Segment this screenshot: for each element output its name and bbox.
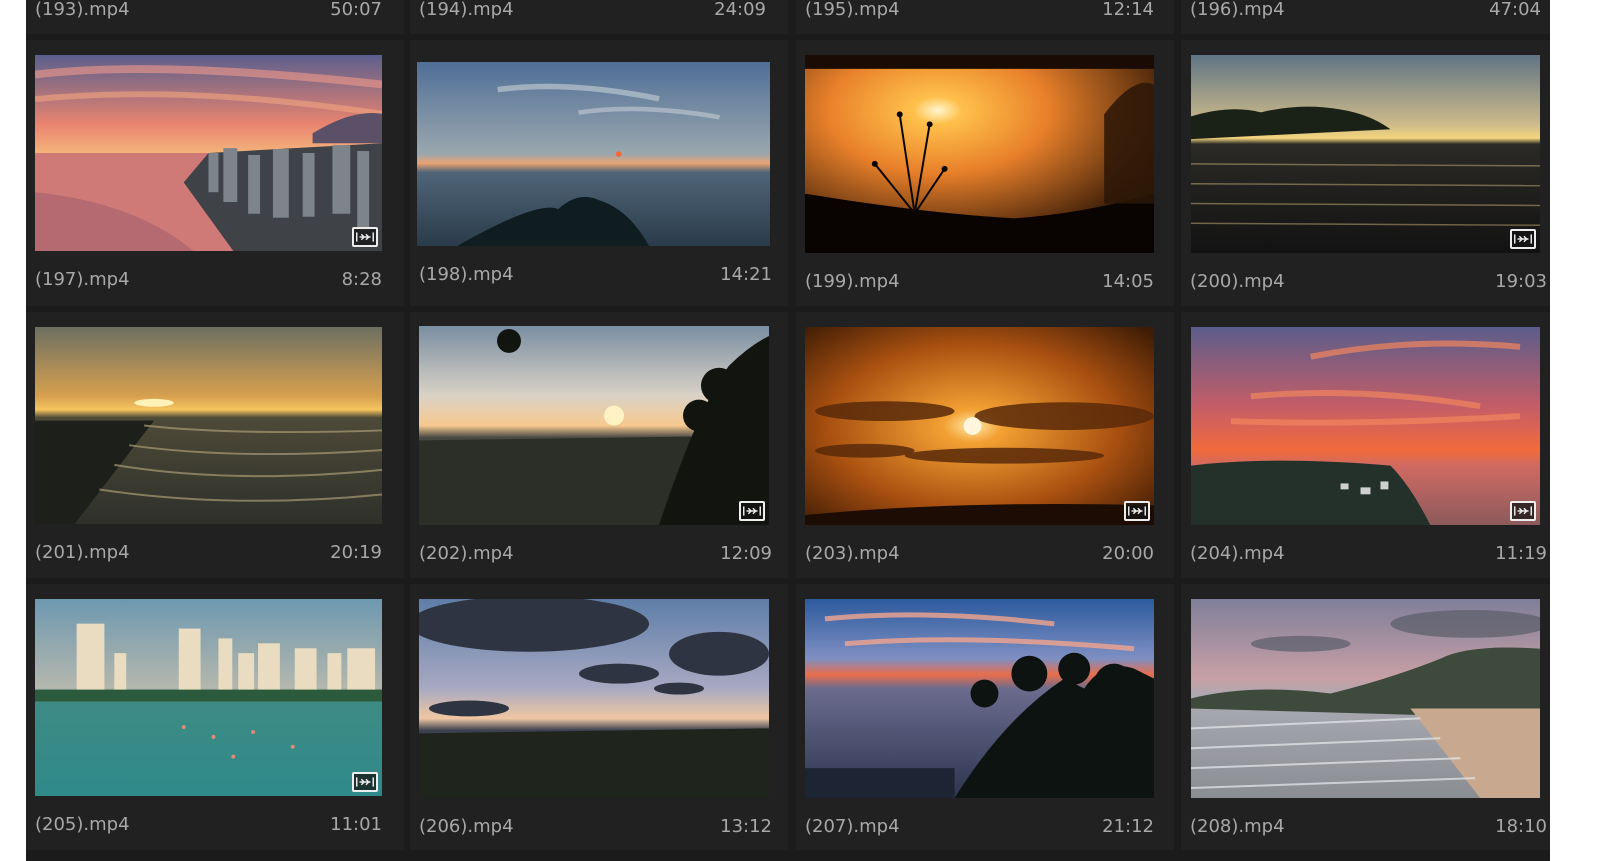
clip-name: (201).mp4 xyxy=(35,542,130,563)
clip-name: (199).mp4 xyxy=(805,271,900,292)
clip-duration: 12:09 xyxy=(720,543,772,564)
clip-thumbnail[interactable] xyxy=(419,326,769,525)
clip-duration: 11:01 xyxy=(330,814,382,835)
clip-duration: 18:10 xyxy=(1495,816,1547,837)
thumbnail-image xyxy=(805,55,1154,253)
clip-thumbnail[interactable] xyxy=(35,55,382,251)
thumbnail-image xyxy=(805,327,1154,525)
clip-cell[interactable]: (202).mp4 12:09 xyxy=(410,312,788,578)
clip-cell[interactable]: (207).mp4 21:12 xyxy=(796,584,1174,850)
clip-duration: 47:04 xyxy=(1489,0,1541,20)
thumbnail-image xyxy=(805,599,1154,798)
clip-duration: 8:28 xyxy=(341,269,382,290)
clip-cell[interactable]: (197).mp4 8:28 xyxy=(26,40,404,306)
clip-name: (193).mp4 xyxy=(35,0,130,20)
clip-cell-partial[interactable]: (196).mp4 47:04 xyxy=(1181,0,1550,34)
thumbnail-image xyxy=(1191,327,1540,525)
clip-duration: 14:05 xyxy=(1102,271,1154,292)
clip-cell[interactable]: (199).mp4 14:05 xyxy=(796,40,1174,306)
clip-name: (200).mp4 xyxy=(1190,271,1285,292)
clip-name: (205).mp4 xyxy=(35,814,130,835)
clip-cell[interactable]: (198).mp4 14:21 xyxy=(410,40,788,306)
clip-thumbnail[interactable] xyxy=(805,327,1154,525)
clip-duration: 20:19 xyxy=(330,542,382,563)
clip-cell[interactable]: (203).mp4 20:00 xyxy=(796,312,1174,578)
clip-thumbnail[interactable] xyxy=(1191,599,1540,798)
thumbnail-image xyxy=(417,62,770,246)
thumbnail-image xyxy=(1191,55,1540,253)
clip-cell[interactable]: (206).mp4 13:12 xyxy=(410,584,788,850)
clip-name: (208).mp4 xyxy=(1190,816,1285,837)
clip-cell[interactable]: (201).mp4 20:19 xyxy=(26,312,404,578)
clip-name: (196).mp4 xyxy=(1190,0,1285,20)
clip-duration: 19:03 xyxy=(1495,271,1547,292)
clip-cell[interactable]: (205).mp4 11:01 xyxy=(26,584,404,850)
clip-name: (207).mp4 xyxy=(805,816,900,837)
clip-thumbnail[interactable] xyxy=(419,599,769,798)
clip-name: (195).mp4 xyxy=(805,0,900,20)
linked-av-icon xyxy=(739,501,765,521)
clip-name: (203).mp4 xyxy=(805,543,900,564)
clip-duration: 21:12 xyxy=(1102,816,1154,837)
clip-cell-partial[interactable]: (193).mp4 50:07 xyxy=(26,0,404,34)
thumbnail-image xyxy=(35,55,382,251)
clip-duration: 11:19 xyxy=(1495,543,1547,564)
clip-duration: 20:00 xyxy=(1102,543,1154,564)
linked-av-icon xyxy=(352,772,378,792)
clip-thumbnail[interactable] xyxy=(417,62,770,246)
clip-name: (197).mp4 xyxy=(35,269,130,290)
thumbnail-image xyxy=(35,599,382,796)
thumbnail-image xyxy=(419,599,769,798)
clip-thumbnail[interactable] xyxy=(1191,327,1540,525)
linked-av-icon xyxy=(1510,501,1536,521)
clip-thumbnail[interactable] xyxy=(805,599,1154,798)
thumbnail-image xyxy=(419,326,769,525)
clip-name: (204).mp4 xyxy=(1190,543,1285,564)
clip-thumbnail[interactable] xyxy=(35,599,382,796)
linked-av-icon xyxy=(1124,501,1150,521)
media-bin-panel: (193).mp4 50:07 (194).mp4 24:09 (195).mp… xyxy=(26,0,1550,861)
clip-duration: 13:12 xyxy=(720,816,772,837)
clip-duration: 50:07 xyxy=(330,0,382,20)
clip-name: (206).mp4 xyxy=(419,816,514,837)
thumbnail-image xyxy=(35,327,382,524)
linked-av-icon xyxy=(1510,229,1536,249)
clip-cell-partial[interactable]: (194).mp4 24:09 xyxy=(410,0,788,34)
clip-cell[interactable]: (208).mp4 18:10 xyxy=(1181,584,1550,850)
thumbnail-image xyxy=(1191,599,1540,798)
clip-thumbnail[interactable] xyxy=(805,55,1154,253)
clip-duration: 24:09 xyxy=(714,0,766,20)
clip-name: (202).mp4 xyxy=(419,543,514,564)
clip-cell-partial[interactable]: (195).mp4 12:14 xyxy=(796,0,1174,34)
clip-thumbnail[interactable] xyxy=(1191,55,1540,253)
clip-duration: 12:14 xyxy=(1102,0,1154,20)
clip-name: (198).mp4 xyxy=(419,264,514,285)
clip-duration: 14:21 xyxy=(720,264,772,285)
clip-cell[interactable]: (204).mp4 11:19 xyxy=(1181,312,1550,578)
clip-cell[interactable]: (200).mp4 19:03 xyxy=(1181,40,1550,306)
linked-av-icon xyxy=(352,227,378,247)
clip-name: (194).mp4 xyxy=(419,0,514,20)
clip-thumbnail[interactable] xyxy=(35,327,382,524)
